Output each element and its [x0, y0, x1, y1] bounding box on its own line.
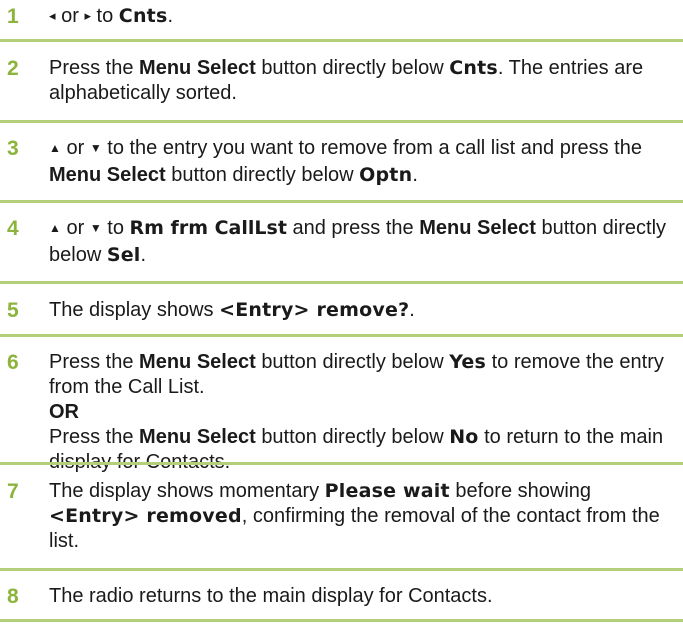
display-text: Yes: [449, 351, 487, 373]
step-number: 6: [7, 351, 19, 374]
up-arrow-icon: ▲: [49, 141, 61, 155]
display-text: <Entry> removed: [49, 505, 242, 527]
button-name: Menu Select: [49, 164, 166, 186]
instruction-document: 1 ◂ or ▸ to Cnts. 2 Press the Menu Selec…: [0, 0, 683, 632]
step-number: 4: [7, 217, 19, 240]
button-name: Menu Select: [139, 351, 256, 373]
display-text: No: [449, 426, 479, 448]
down-arrow-icon: ▼: [89, 141, 102, 155]
display-text: <Entry> remove?: [219, 299, 410, 321]
up-arrow-icon: ▲: [49, 221, 61, 235]
or-label: OR: [49, 401, 79, 423]
divider: [0, 200, 683, 203]
display-text: Cnts: [118, 5, 168, 27]
button-name: Menu Select: [139, 426, 256, 448]
button-name: Menu Select: [139, 57, 256, 79]
step-text: Press the Menu Select button directly be…: [49, 351, 664, 473]
right-arrow-icon: ▸: [84, 8, 91, 23]
button-name: Menu Select: [419, 217, 536, 239]
display-text: Optn: [359, 164, 413, 186]
divider: [0, 619, 683, 622]
left-arrow-icon: ◂: [49, 8, 56, 23]
step-text: The display shows <Entry> remove?.: [49, 299, 415, 321]
step-text: Press the Menu Select button directly be…: [49, 57, 644, 104]
divider: [0, 281, 683, 284]
display-text: Rm frm CallLst: [129, 217, 287, 239]
divider: [0, 462, 683, 465]
down-arrow-icon: ▼: [89, 221, 102, 235]
step-number: 1: [7, 5, 19, 28]
step-number: 8: [7, 585, 19, 608]
divider: [0, 39, 683, 42]
divider: [0, 568, 683, 571]
display-text: Cnts: [449, 57, 498, 79]
step-number: 3: [7, 137, 19, 160]
step-text: ◂ or ▸ to Cnts.: [49, 5, 174, 27]
display-text: Sel: [106, 244, 141, 266]
display-text: Please wait: [324, 480, 450, 502]
step-text: ▲ or ▼ to Rm frm CallLst and press the M…: [49, 217, 667, 266]
step-number: 7: [7, 480, 19, 503]
step-number: 5: [7, 299, 19, 322]
step-text: The radio returns to the main display fo…: [49, 585, 493, 607]
step-text: ▲ or ▼ to the entry you want to remove f…: [49, 137, 642, 186]
divider: [0, 120, 683, 123]
step-number: 2: [7, 57, 19, 80]
divider: [0, 334, 683, 337]
step-text: The display shows momentary Please wait …: [49, 480, 660, 552]
